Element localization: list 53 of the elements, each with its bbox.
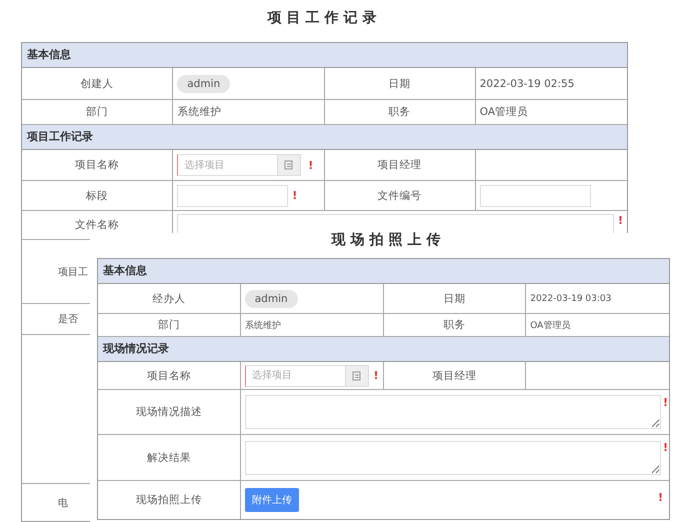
- upload-button[interactable]: 附件上传: [244, 488, 299, 512]
- required-mark: !: [662, 396, 668, 409]
- required-mark: !: [662, 441, 668, 454]
- list-icon: [352, 370, 362, 380]
- field-label: 现场拍照上传: [136, 493, 202, 507]
- required-mark: !: [618, 214, 623, 227]
- field-label: 职务: [443, 318, 466, 332]
- section-header: 项目工作记录: [22, 125, 627, 150]
- field-label: 项目经理: [378, 158, 422, 172]
- field-label: 文件名称: [75, 218, 120, 232]
- required-mark: !: [308, 158, 314, 172]
- required-mark: !: [373, 369, 378, 382]
- field-label: 部门: [158, 318, 180, 332]
- user-chip: admin: [244, 290, 298, 308]
- dialog-title: 现场拍照上传: [330, 233, 446, 250]
- field-label: 标段: [86, 188, 108, 202]
- field-label: 经办人: [152, 292, 186, 306]
- section-header: 现场情况记录: [98, 337, 669, 362]
- text-area[interactable]: [244, 395, 661, 429]
- field-value: OA管理员: [530, 320, 570, 332]
- input-field[interactable]: [177, 184, 288, 206]
- field-value: 系统维护: [244, 320, 281, 332]
- picker-button[interactable]: [344, 364, 369, 386]
- field-label: 项目名称: [146, 368, 191, 382]
- field-value: OA管理员: [480, 105, 528, 119]
- field-label: 项目工: [58, 266, 88, 278]
- field-label: 项目名称: [75, 158, 120, 172]
- required-mark: !: [658, 491, 663, 504]
- field-label: 解决结果: [146, 450, 191, 464]
- field-label: 创建人: [80, 76, 114, 90]
- field-value: 系统维护: [177, 105, 222, 119]
- field-label: 项目经理: [432, 368, 476, 382]
- picker-button[interactable]: [277, 154, 302, 176]
- select-field[interactable]: 选择项目: [177, 154, 278, 176]
- section-header: 基本信息: [98, 259, 669, 284]
- field-label: 电: [58, 496, 68, 510]
- user-chip: admin: [177, 74, 230, 92]
- form-title: 项目工作记录: [266, 9, 382, 28]
- field-label: 是否: [58, 313, 78, 326]
- field-value: 2022-03-19 03:03: [530, 294, 612, 304]
- list-icon: [284, 160, 294, 170]
- required-mark: !: [292, 189, 298, 202]
- select-field[interactable]: 选择项目: [244, 364, 345, 386]
- section-header: 基本信息: [22, 43, 627, 68]
- text-area[interactable]: [244, 440, 661, 474]
- field-value: 2022-03-19 02:55: [480, 78, 574, 90]
- field-label: 日期: [388, 76, 411, 90]
- field-label: 日期: [443, 292, 466, 306]
- field-label: 文件编号: [378, 188, 422, 202]
- field-label: 现场情况描述: [136, 405, 202, 419]
- input-field[interactable]: [480, 184, 591, 206]
- field-label: 职务: [388, 105, 411, 119]
- field-label: 部门: [86, 105, 108, 119]
